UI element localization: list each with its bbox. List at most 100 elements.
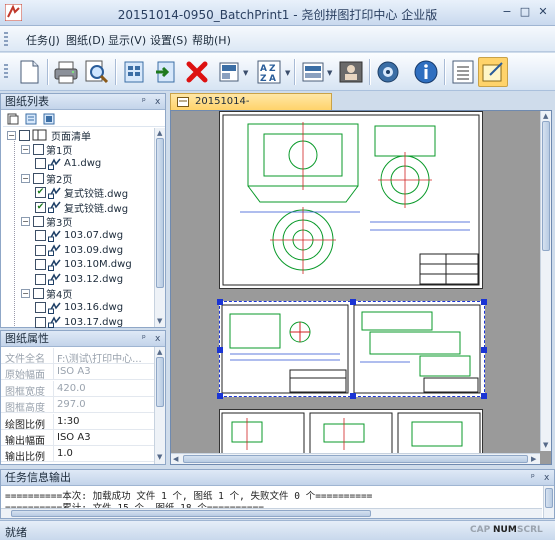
drawing-sheet-1[interactable] bbox=[219, 111, 483, 289]
preview-vscroll[interactable]: ▲ ▼ bbox=[540, 111, 551, 451]
tree-checkbox[interactable] bbox=[35, 230, 46, 242]
tree-file-node[interactable]: 103.07.dwg bbox=[35, 229, 123, 243]
tree-checkbox[interactable] bbox=[35, 273, 46, 285]
tree-checkbox[interactable] bbox=[35, 158, 46, 170]
pages-view-icon[interactable] bbox=[7, 113, 19, 125]
scroll-down-arrow[interactable]: ▼ bbox=[157, 317, 162, 325]
menu-grip[interactable] bbox=[4, 32, 8, 46]
selection-handle[interactable] bbox=[217, 393, 223, 399]
tree-page-node[interactable]: − 第1页 bbox=[21, 142, 72, 157]
collapse-toggle-icon[interactable]: − bbox=[21, 216, 30, 226]
selection-handle[interactable] bbox=[217, 299, 223, 305]
tree-file-node[interactable]: 103.10M.dwg bbox=[35, 258, 132, 272]
minimize-button[interactable]: − bbox=[499, 5, 515, 19]
tree-checkbox[interactable] bbox=[33, 287, 44, 299]
tree-page-node[interactable]: − 第2页 bbox=[21, 171, 72, 186]
scroll-down-arrow[interactable]: ▼ bbox=[157, 453, 162, 461]
tree-checkbox[interactable] bbox=[35, 316, 46, 328]
maximize-button[interactable]: □ bbox=[517, 5, 533, 19]
tree-checkbox[interactable] bbox=[33, 143, 44, 155]
files-view-icon[interactable] bbox=[25, 113, 37, 125]
tree-checkbox[interactable]: ✔ bbox=[35, 187, 46, 199]
stamp-button[interactable] bbox=[336, 57, 366, 87]
layout-dropdown-arrow[interactable]: ▼ bbox=[243, 69, 248, 77]
tree-checkbox[interactable] bbox=[19, 129, 30, 141]
preview-hscroll-thumb[interactable] bbox=[183, 455, 528, 463]
scroll-down-arrow[interactable]: ▼ bbox=[543, 441, 548, 449]
output-vscroll[interactable] bbox=[543, 486, 554, 518]
list-view-button[interactable] bbox=[448, 57, 478, 87]
task-output-close-button[interactable]: x bbox=[544, 471, 549, 486]
delete-button[interactable] bbox=[182, 57, 212, 87]
tree-file-node[interactable]: 103.09.dwg bbox=[35, 243, 123, 257]
tree-file-node[interactable]: A1.dwg bbox=[35, 157, 101, 171]
arrange-dropdown-arrow[interactable]: ▼ bbox=[327, 69, 332, 77]
menu-settings[interactable]: 设置(S) bbox=[150, 32, 188, 48]
new-document-button[interactable] bbox=[14, 57, 44, 87]
menu-view[interactable]: 显示(V) bbox=[108, 32, 146, 48]
note-button[interactable] bbox=[478, 57, 508, 87]
scroll-up-arrow[interactable]: ▲ bbox=[157, 348, 162, 356]
tree-checkbox[interactable]: ✔ bbox=[35, 201, 46, 213]
task-output-pin-button[interactable]: ᵖ bbox=[531, 471, 535, 486]
sort-dropdown-arrow[interactable]: ▼ bbox=[285, 69, 290, 77]
property-value[interactable]: ISO A3 bbox=[57, 432, 163, 443]
selection-handle[interactable] bbox=[217, 347, 223, 353]
tree-file-node[interactable]: ✔ 复式铰链.dwg bbox=[35, 186, 128, 200]
preview-hscroll[interactable]: ◀ ▶ bbox=[171, 453, 540, 464]
property-row[interactable]: 输出幅面 ISO A3 bbox=[1, 430, 164, 447]
import-button[interactable] bbox=[151, 57, 181, 87]
property-row[interactable]: 绘图比例 1:30 bbox=[1, 413, 164, 431]
tree-checkbox[interactable] bbox=[35, 302, 46, 314]
print-button[interactable] bbox=[51, 57, 81, 87]
scroll-up-arrow[interactable]: ▲ bbox=[543, 112, 548, 120]
print-preview-button[interactable] bbox=[81, 57, 111, 87]
close-window-button[interactable]: ✕ bbox=[535, 5, 551, 19]
collapse-toggle-icon[interactable]: − bbox=[7, 130, 16, 140]
tree-checkbox[interactable] bbox=[33, 172, 44, 184]
collapse-toggle-icon[interactable]: − bbox=[21, 288, 30, 298]
drawing-list-scroll-thumb[interactable] bbox=[156, 138, 164, 288]
document-tab[interactable]: 20151014-0950_BatchPrint1 bbox=[170, 93, 332, 123]
open-button[interactable] bbox=[119, 57, 149, 87]
selection-handle[interactable] bbox=[481, 299, 487, 305]
tree-file-node[interactable]: 103.17.dwg bbox=[35, 315, 123, 329]
preview-scroll-thumb[interactable] bbox=[542, 121, 550, 251]
property-value[interactable]: 1.0 bbox=[57, 448, 163, 459]
menu-drawing[interactable]: 图纸(D) bbox=[66, 32, 105, 48]
property-value[interactable]: 1:30 bbox=[57, 416, 163, 427]
tree-checkbox[interactable] bbox=[33, 215, 44, 227]
tree-checkbox[interactable] bbox=[35, 244, 46, 256]
drawing-props-close-button[interactable]: x bbox=[155, 332, 160, 347]
sort-button[interactable]: AZZA bbox=[254, 57, 284, 87]
output-hscroll-thumb[interactable] bbox=[11, 510, 371, 517]
output-scroll-thumb[interactable] bbox=[545, 488, 553, 508]
output-hscroll[interactable] bbox=[1, 508, 542, 518]
selection-handle[interactable] bbox=[481, 393, 487, 399]
drawing-list-vscroll[interactable]: ▲ ▼ bbox=[154, 128, 165, 327]
selection-handle[interactable] bbox=[350, 393, 356, 399]
tree-checkbox[interactable] bbox=[35, 259, 46, 271]
drawing-list-pin-button[interactable]: ᵖ bbox=[142, 95, 146, 110]
menu-task[interactable]: 任务(J) bbox=[26, 32, 60, 48]
settings-button[interactable] bbox=[373, 57, 403, 87]
layout-button[interactable] bbox=[214, 57, 244, 87]
scroll-up-arrow[interactable]: ▲ bbox=[157, 129, 162, 137]
scroll-right-arrow[interactable]: ▶ bbox=[531, 455, 536, 463]
print-preview-canvas[interactable]: ▲ ▼ ◀ ▶ bbox=[170, 110, 552, 465]
toolbar-grip[interactable] bbox=[4, 64, 8, 78]
drawing-list-close-button[interactable]: x bbox=[155, 95, 160, 110]
collapse-toggle-icon[interactable]: − bbox=[21, 173, 30, 183]
tree-page-node[interactable]: − 第4页 bbox=[21, 286, 72, 301]
drawing-sheet-2-selected[interactable] bbox=[217, 299, 487, 399]
tree-page-node[interactable]: − 第3页 bbox=[21, 214, 72, 229]
tree-root[interactable]: − 页面清单 bbox=[7, 128, 91, 143]
info-button[interactable] bbox=[411, 57, 441, 87]
tree-file-node[interactable]: 103.12.dwg bbox=[35, 272, 123, 286]
selection-handle[interactable] bbox=[481, 347, 487, 353]
arrange-button[interactable] bbox=[298, 57, 328, 87]
drawing-props-vscroll[interactable]: ▲ ▼ bbox=[154, 347, 165, 464]
collapse-toggle-icon[interactable]: − bbox=[21, 144, 30, 154]
drawing-props-scroll-thumb[interactable] bbox=[156, 357, 164, 407]
scroll-left-arrow[interactable]: ◀ bbox=[173, 455, 178, 463]
